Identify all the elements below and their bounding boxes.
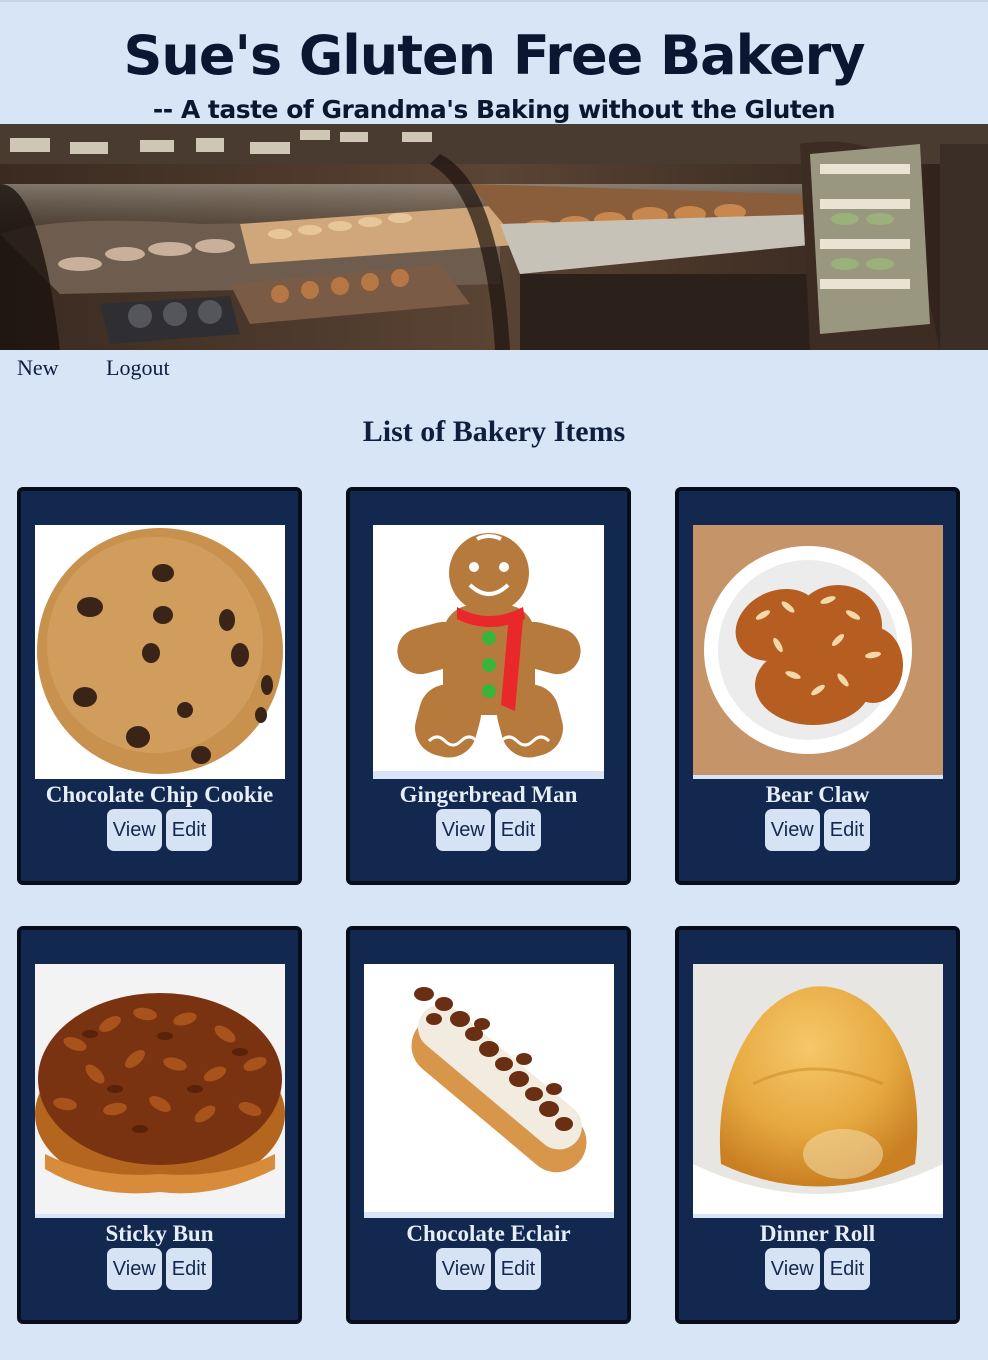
edit-button[interactable]: Edit	[823, 1248, 871, 1290]
top-nav: New Logout	[0, 352, 988, 388]
view-button[interactable]: View	[106, 1248, 162, 1290]
bakery-item-card: Chocolate Eclair View Edit	[346, 926, 631, 1324]
edit-button[interactable]: Edit	[494, 1248, 542, 1290]
item-name: Bear Claw	[765, 782, 870, 807]
view-button[interactable]: View	[435, 1248, 491, 1290]
edit-button[interactable]: Edit	[165, 809, 213, 851]
bakery-item-card: Dinner Roll View Edit	[675, 926, 960, 1324]
view-button[interactable]: View	[764, 809, 820, 851]
view-button[interactable]: View	[435, 809, 491, 851]
site-tagline: -- A taste of Grandma's Baking without t…	[152, 95, 836, 124]
bakery-item-card: Gingerbread Man View Edit	[346, 487, 631, 885]
new-link[interactable]: New	[17, 355, 59, 381]
page-heading: List of Bakery Items	[362, 415, 626, 448]
chocolate-eclair-image	[364, 964, 614, 1218]
item-name: Chocolate Chip Cookie	[45, 782, 274, 807]
chocolate-chip-cookie-image	[35, 525, 285, 779]
edit-button[interactable]: Edit	[494, 809, 542, 851]
item-name: Sticky Bun	[105, 1221, 214, 1246]
bakery-item-card: Sticky Bun View Edit	[17, 926, 302, 1324]
sticky-bun-image	[35, 964, 285, 1218]
bakery-item-card: Chocolate Chip Cookie View Edit	[17, 487, 302, 885]
item-name: Dinner Roll	[759, 1221, 876, 1246]
gingerbread-man-image	[373, 525, 604, 779]
bear-claw-image	[693, 525, 943, 779]
edit-button[interactable]: Edit	[165, 1248, 213, 1290]
bakery-item-card: Bear Claw View Edit	[675, 487, 960, 885]
site-header: Sue's Gluten Free Bakery -- A taste of G…	[0, 0, 988, 124]
view-button[interactable]: View	[764, 1248, 820, 1290]
item-name: Chocolate Eclair	[406, 1221, 571, 1246]
view-button[interactable]: View	[106, 809, 162, 851]
bakery-banner-image	[0, 124, 988, 350]
logout-link[interactable]: Logout	[106, 355, 170, 381]
item-name: Gingerbread Man	[399, 782, 578, 807]
edit-button[interactable]: Edit	[823, 809, 871, 851]
site-title: Sue's Gluten Free Bakery	[123, 24, 865, 87]
dinner-roll-image	[693, 964, 943, 1218]
